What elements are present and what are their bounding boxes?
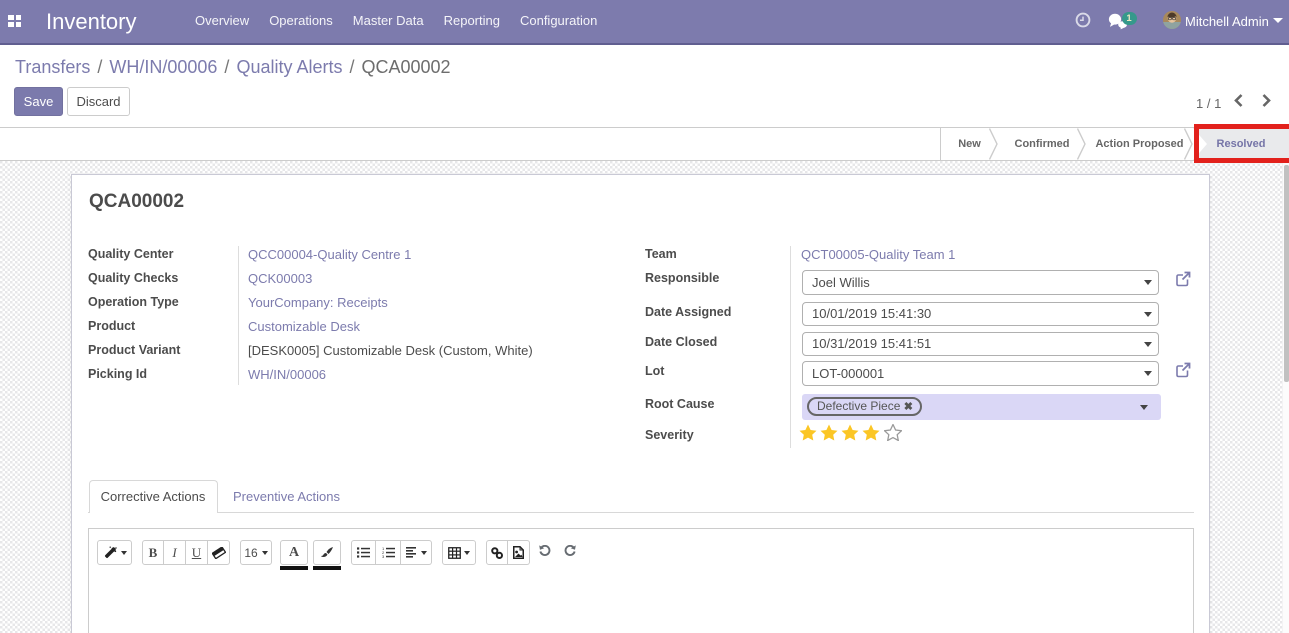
svg-text:3: 3 <box>382 554 385 558</box>
